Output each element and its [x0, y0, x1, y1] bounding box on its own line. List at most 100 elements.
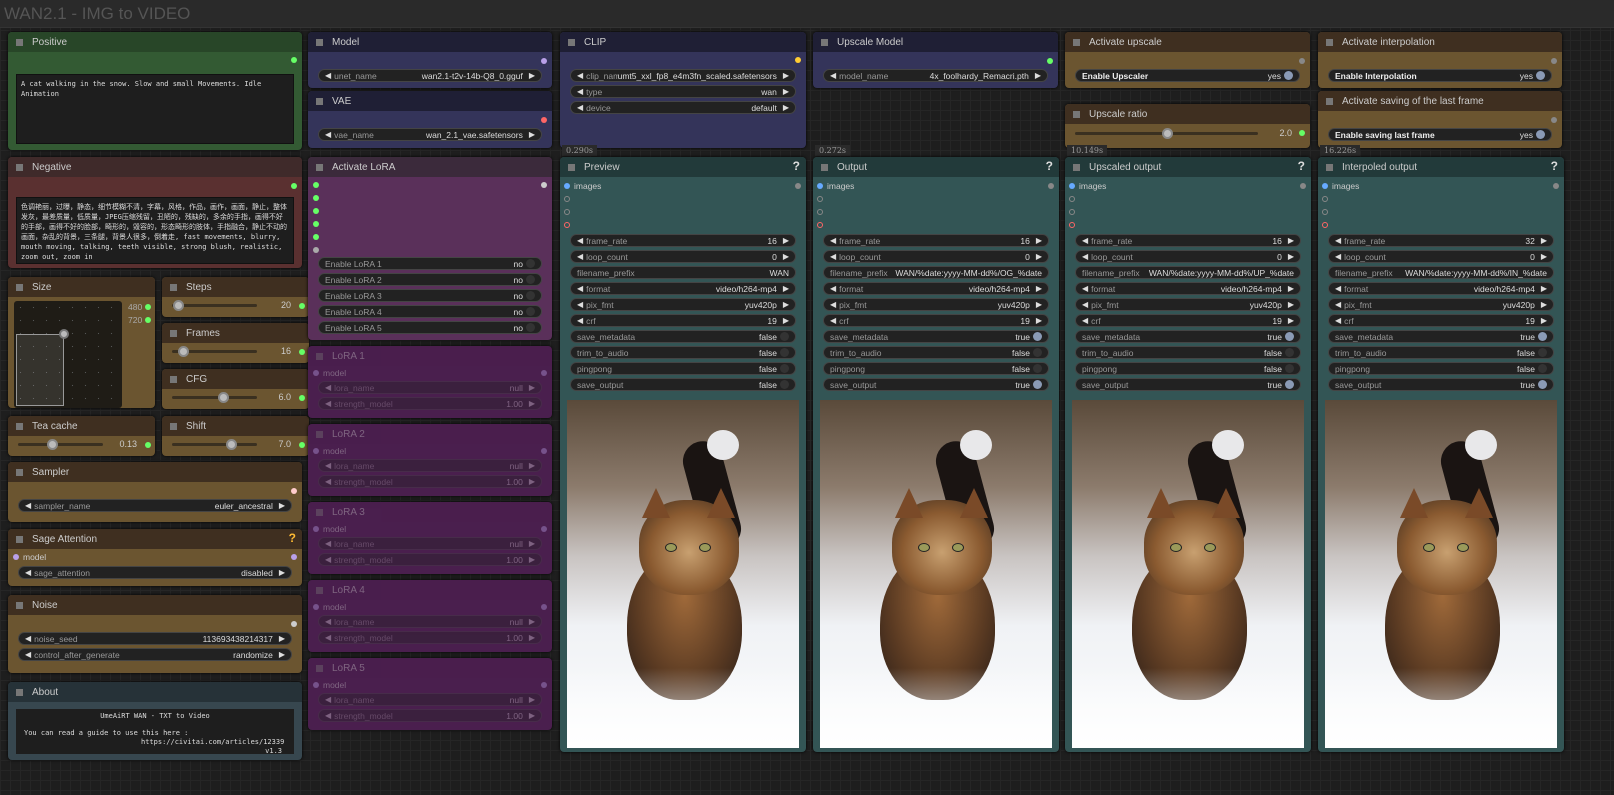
- video-combine-node[interactable]: Interpoled output? images ◀ frame_rate 32 ▶ ◀ l…: [1318, 157, 1564, 752]
- collapse-icon[interactable]: [1073, 110, 1080, 118]
- save-output-widget[interactable]: save_output true: [823, 378, 1049, 391]
- loop-count-widget[interactable]: ◀ loop_count 0 ▶: [570, 250, 796, 263]
- sampler-node[interactable]: Sampler ◀ sampler_name euler_ancestral ▶: [8, 462, 302, 522]
- help-icon[interactable]: ?: [1551, 159, 1558, 173]
- arrow-right-icon[interactable]: ▶: [529, 477, 535, 486]
- slider-handle[interactable]: [47, 439, 58, 450]
- toggle-knob-icon[interactable]: [526, 307, 535, 316]
- size-node[interactable]: Size 480 720: [8, 277, 155, 408]
- arrow-right-icon[interactable]: ▶: [529, 539, 535, 548]
- arrow-right-icon[interactable]: ▶: [529, 711, 535, 720]
- arrow-left-icon[interactable]: ◀: [830, 236, 836, 245]
- slider-handle[interactable]: [226, 439, 238, 450]
- arrow-right-icon[interactable]: ▶: [529, 130, 535, 139]
- collapse-icon[interactable]: [316, 163, 323, 171]
- toggle-knob-icon[interactable]: [1538, 348, 1547, 357]
- trim-to-audio-widget[interactable]: trim_to_audio false: [1075, 346, 1301, 359]
- pix-fmt-widget[interactable]: ◀ pix_fmt yuv420p ▶: [1328, 298, 1554, 311]
- strength-model-widget[interactable]: ◀ strength_model 1.00 ▶: [318, 553, 542, 566]
- arrow-right-icon[interactable]: ▶: [1288, 236, 1294, 245]
- about-guide-link[interactable]: https://civitai.com/articles/12339: [16, 738, 294, 747]
- lora-name-widget[interactable]: ◀ lora_name null ▶: [318, 615, 542, 628]
- arrow-left-icon[interactable]: ◀: [325, 617, 331, 626]
- arrow-left-icon[interactable]: ◀: [830, 284, 836, 293]
- strength-model-widget[interactable]: ◀ strength_model 1.00 ▶: [318, 709, 542, 722]
- arrow-right-icon[interactable]: ▶: [279, 634, 285, 643]
- lora-node[interactable]: LoRA 1 model ◀ lora_name null ▶ ◀ strength_mode…: [308, 346, 552, 418]
- crf-widget[interactable]: ◀ crf 19 ▶: [1075, 314, 1301, 327]
- arrow-right-icon[interactable]: ▶: [529, 383, 535, 392]
- enable-lora-3-widget[interactable]: Enable LoRA 3 no: [318, 289, 542, 302]
- node-header[interactable]: Frames: [162, 323, 309, 343]
- arrow-left-icon[interactable]: ◀: [1082, 236, 1088, 245]
- collapse-icon[interactable]: [1073, 38, 1080, 46]
- arrow-left-icon[interactable]: ◀: [1335, 300, 1341, 309]
- lora-name-widget[interactable]: ◀ lora_name null ▶: [318, 459, 542, 472]
- control-after-generate-widget[interactable]: ◀ control_after_generate randomize ▶: [18, 648, 292, 661]
- node-header[interactable]: Output?: [813, 157, 1059, 177]
- help-icon[interactable]: ?: [1046, 159, 1053, 173]
- sage-attention-node[interactable]: Sage Attention? model ◀ sage_attention dis…: [8, 529, 302, 586]
- video-preview[interactable]: [1072, 400, 1304, 748]
- arrow-right-icon[interactable]: ▶: [1541, 252, 1547, 261]
- save-metadata-widget[interactable]: save_metadata true: [1328, 330, 1554, 343]
- output-slot[interactable]: [299, 442, 305, 448]
- arrow-left-icon[interactable]: ◀: [1335, 284, 1341, 293]
- toggle-knob-icon[interactable]: [1538, 332, 1547, 341]
- toggle-knob-icon[interactable]: [1285, 380, 1294, 389]
- arrow-left-icon[interactable]: ◀: [325, 399, 331, 408]
- type-widget[interactable]: ◀ type wan ▶: [570, 85, 796, 98]
- collapse-icon[interactable]: [316, 97, 323, 105]
- crf-widget[interactable]: ◀ crf 19 ▶: [570, 314, 796, 327]
- arrow-right-icon[interactable]: ▶: [1288, 284, 1294, 293]
- arrow-right-icon[interactable]: ▶: [529, 399, 535, 408]
- toggle-knob-icon[interactable]: [1538, 380, 1547, 389]
- height-slot[interactable]: [145, 317, 151, 323]
- arrow-left-icon[interactable]: ◀: [25, 501, 31, 510]
- arrow-right-icon[interactable]: ▶: [1036, 252, 1042, 261]
- arrow-right-icon[interactable]: ▶: [279, 568, 285, 577]
- toggle-knob-icon[interactable]: [1033, 364, 1042, 373]
- node-header[interactable]: Shift: [162, 416, 309, 436]
- collapse-icon[interactable]: [1326, 163, 1333, 171]
- about-node[interactable]: About UmeAiRT WAN - TXT to Video You can…: [8, 682, 302, 760]
- lora-name-widget[interactable]: ◀ lora_name null ▶: [318, 693, 542, 706]
- toggle-knob-icon[interactable]: [1538, 364, 1547, 373]
- toggle-knob-icon[interactable]: [780, 364, 789, 373]
- trim-to-audio-widget[interactable]: trim_to_audio false: [823, 346, 1049, 359]
- enable-lora-5-widget[interactable]: Enable LoRA 5 no: [318, 321, 542, 334]
- trim-to-audio-widget[interactable]: trim_to_audio false: [570, 346, 796, 359]
- arrow-right-icon[interactable]: ▶: [783, 71, 789, 80]
- toggle-knob-icon[interactable]: [1033, 380, 1042, 389]
- arrow-left-icon[interactable]: ◀: [325, 711, 331, 720]
- shift-slider[interactable]: 7.0: [172, 438, 291, 451]
- save-metadata-widget[interactable]: save_metadata true: [1075, 330, 1301, 343]
- collapse-icon[interactable]: [316, 38, 323, 46]
- slider-track[interactable]: [18, 443, 103, 446]
- toggle-knob-icon[interactable]: [526, 323, 535, 332]
- vae-name-widget[interactable]: ◀ vae_name wan_2.1_vae.safetensors ▶: [318, 128, 542, 141]
- frame-rate-widget[interactable]: ◀ frame_rate 16 ▶: [1075, 234, 1301, 247]
- arrow-right-icon[interactable]: ▶: [1288, 300, 1294, 309]
- toggle-knob-icon[interactable]: [1285, 348, 1294, 357]
- arrow-left-icon[interactable]: ◀: [577, 103, 583, 112]
- filename-prefix-widget[interactable]: filename_prefix WAN/%date:yyyy-MM-dd%/UP_…: [1075, 266, 1301, 279]
- arrow-left-icon[interactable]: ◀: [25, 568, 31, 577]
- arrow-right-icon[interactable]: ▶: [1288, 252, 1294, 261]
- filename-prefix-widget[interactable]: filename_prefix WAN/%date:yyyy-MM-dd%/OG_…: [823, 266, 1049, 279]
- node-header[interactable]: Interpoled output?: [1318, 157, 1564, 177]
- shift-node[interactable]: Shift 7.0: [162, 416, 309, 456]
- arrow-right-icon[interactable]: ▶: [279, 501, 285, 510]
- pingpong-widget[interactable]: pingpong false: [570, 362, 796, 375]
- node-header[interactable]: Steps: [162, 277, 309, 297]
- arrow-right-icon[interactable]: ▶: [1541, 236, 1547, 245]
- arrow-left-icon[interactable]: ◀: [325, 130, 331, 139]
- collapse-icon[interactable]: [170, 283, 177, 291]
- lora-node[interactable]: LoRA 3 model ◀ lora_name null ▶ ◀ strength_mode…: [308, 502, 552, 574]
- arrow-right-icon[interactable]: ▶: [529, 71, 535, 80]
- output-slot[interactable]: [291, 57, 297, 63]
- arrow-left-icon[interactable]: ◀: [325, 633, 331, 642]
- arrow-left-icon[interactable]: ◀: [325, 71, 331, 80]
- node-header[interactable]: Tea cache: [8, 416, 155, 436]
- strength-model-widget[interactable]: ◀ strength_model 1.00 ▶: [318, 475, 542, 488]
